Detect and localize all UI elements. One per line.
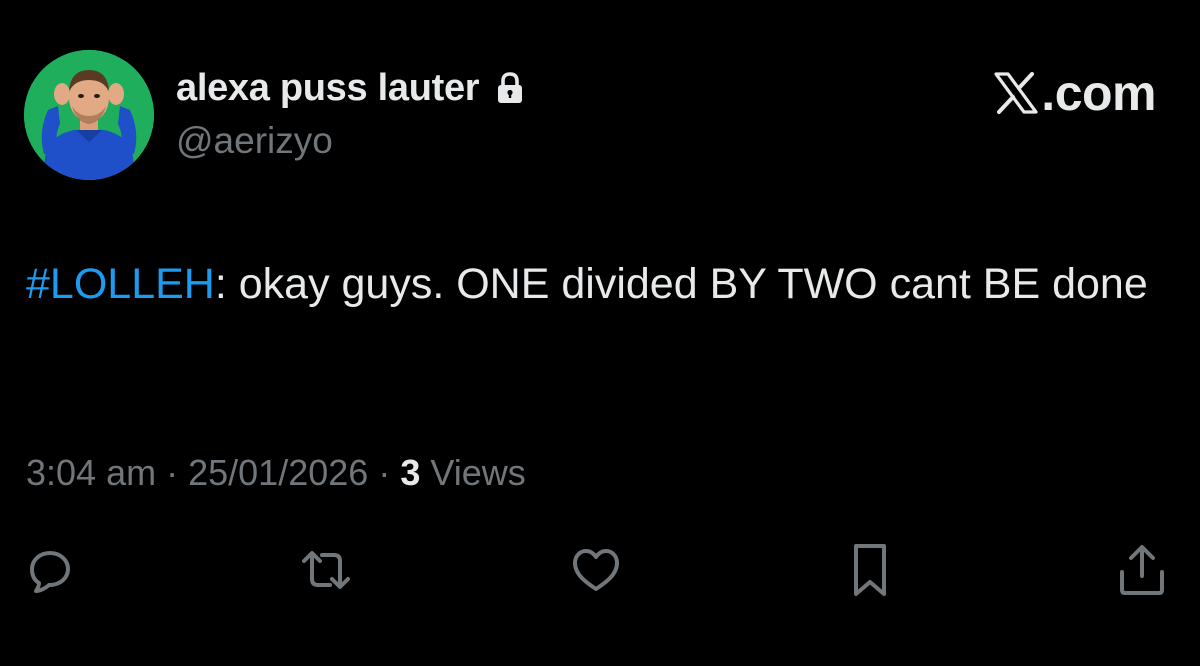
meta-separator: ·: [166, 452, 179, 493]
repost-button[interactable]: [296, 540, 356, 600]
meta-separator: ·: [378, 452, 391, 493]
site-logo-text: .com: [1041, 65, 1156, 121]
lock-icon: [495, 71, 525, 105]
share-icon: [1120, 545, 1164, 595]
tweet-body: : okay guys. ONE divided BY TWO cant BE …: [214, 260, 1148, 308]
tweet-time[interactable]: 3:04 am: [26, 452, 156, 493]
display-name[interactable]: alexa puss lauter: [176, 67, 480, 110]
bookmark-icon: [854, 544, 886, 596]
tweet-date[interactable]: 25/01/2026: [188, 452, 368, 493]
reply-icon: [30, 551, 70, 593]
share-button[interactable]: [1112, 540, 1172, 600]
reply-button[interactable]: [20, 540, 80, 600]
site-logo: .com: [993, 64, 1156, 122]
bookmark-button[interactable]: [840, 540, 900, 600]
like-button[interactable]: [566, 540, 626, 600]
views-count: 3: [400, 452, 421, 493]
hashtag-link[interactable]: #LOLLEH: [26, 260, 215, 308]
heart-icon: [573, 549, 619, 591]
x-logo-icon: [993, 70, 1039, 116]
display-name-row: alexa puss lauter: [176, 66, 525, 110]
repost-icon: [302, 551, 350, 589]
avatar-photo: [24, 50, 154, 180]
avatar[interactable]: [24, 50, 154, 180]
user-handle[interactable]: @aerizyo: [176, 120, 333, 162]
views-label: Views: [430, 452, 526, 493]
tweet-meta: 3:04 am · 25/01/2026 · 3 Views: [26, 452, 526, 494]
tweet-card: alexa puss lauter @aerizyo .com #LOLLEH:…: [0, 0, 1200, 666]
tweet-text: #LOLLEH: okay guys. ONE divided BY TWO c…: [26, 252, 1176, 316]
action-bar: [0, 540, 1200, 600]
